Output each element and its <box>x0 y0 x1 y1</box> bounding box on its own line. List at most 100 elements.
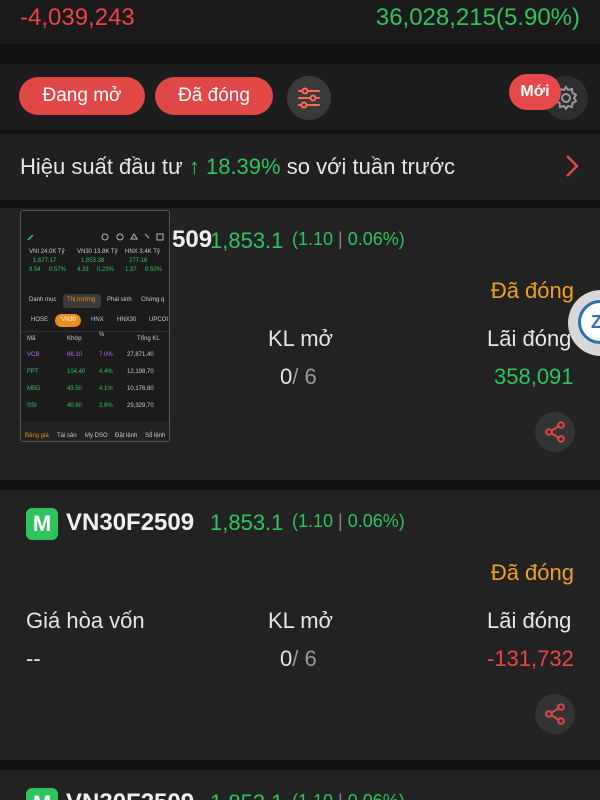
mini-chip[interactable]: VN30 <box>61 317 76 323</box>
screenshot-thumbnail[interactable]: VNI 24.0K Tỷ 1,677.17 9.54 0.57% VN30 13… <box>20 210 170 442</box>
market-badge: M <box>26 788 58 800</box>
row-price: 104.40 <box>67 369 86 375</box>
mini-tab[interactable]: Thị trường <box>67 297 95 303</box>
row-price: 43.50 <box>67 386 83 392</box>
ticker-symbol: VN30F2509 <box>66 789 194 800</box>
row-code: FPT <box>27 369 39 375</box>
performance-banner[interactable]: Hiệu suất đầu tư ↑ 18.39% so với tuần tr… <box>0 134 600 200</box>
positions-screen: -4,039,243 36,028,215(5.90%) Đang mở Đã … <box>0 0 600 800</box>
row-volume: 10,176,80 <box>127 386 154 392</box>
arrow-up-icon: ↑ <box>188 154 200 179</box>
row-percent: 7.0% <box>99 352 113 358</box>
share-icon <box>545 421 565 443</box>
divider <box>0 760 600 770</box>
index-change: 1.37 <box>125 267 137 273</box>
mini-nav-item[interactable]: Bảng giá <box>25 433 49 439</box>
open-volume-total: / 6 <box>292 364 317 389</box>
mini-nav-item[interactable]: Tài sản <box>57 433 77 439</box>
closed-pl-value: 358,091 <box>494 364 574 389</box>
row-price: 66.10 <box>67 352 83 358</box>
mini-nav-item[interactable]: Đặt lệnh <box>115 433 137 439</box>
index-card-vni: VNI 24.0K Tỷ 1,677.17 9.54 0.57% <box>27 249 71 281</box>
performance-prefix: Hiệu suất đầu tư <box>20 154 183 179</box>
change-separator: | <box>338 511 343 531</box>
share-icon <box>545 703 565 725</box>
ticker-symbol: VN30F2509 <box>66 509 195 536</box>
breakeven-label: Giá hòa vốn <box>26 608 145 633</box>
open-volume-label: KL mở <box>268 608 333 633</box>
change-value: (1.10 <box>292 511 334 531</box>
row-percent: 4.4% <box>99 369 113 375</box>
mini-chip[interactable]: HNX <box>91 317 104 323</box>
divider <box>0 200 600 208</box>
row-code: SSI <box>27 403 37 409</box>
open-volume-label: KL mở <box>268 326 333 351</box>
filter-closed-button[interactable]: Đã đóng <box>155 77 273 115</box>
filter-bar: Đang mở Đã đóng Mới <box>0 64 600 130</box>
index-value: 1,853.38 <box>81 258 105 264</box>
toolbar-icons <box>101 233 164 241</box>
index-name: VNI 24.0K Tỷ <box>29 249 65 255</box>
price-change: (1.10 | 0.06%) <box>292 791 405 800</box>
change-percent: 0.06%) <box>348 791 405 800</box>
closed-pl-label: Lãi đóng <box>487 326 572 351</box>
last-price: 1,853.1 <box>210 228 284 253</box>
mini-header: Mã <box>27 336 36 342</box>
open-volume-current: 0 <box>280 646 293 671</box>
index-value: 1,677.17 <box>33 258 57 264</box>
filter-settings-button[interactable] <box>287 76 331 120</box>
change-value: (1.10 <box>292 229 334 249</box>
performance-suffix: so với tuần trước <box>286 154 456 179</box>
mini-tab[interactable]: Phái sinh <box>107 297 132 303</box>
pl-summary-bar: -4,039,243 36,028,215(5.90%) <box>0 0 600 44</box>
mini-header: % <box>99 332 105 338</box>
mini-chip[interactable]: HOSE <box>31 317 48 323</box>
share-button[interactable] <box>535 694 575 734</box>
mini-nav-item[interactable]: Sổ lệnh <box>145 433 165 439</box>
filter-open-button[interactable]: Đang mở <box>19 77 145 115</box>
change-percent: 0.06%) <box>347 511 405 531</box>
row-percent: 3.6% <box>99 403 113 409</box>
mini-chip[interactable]: UPCOI <box>149 317 168 323</box>
index-name: VN30 13.8K Tỷ <box>77 249 118 255</box>
mini-header: Tổng KL <box>137 336 160 342</box>
row-code: VCB <box>27 352 40 358</box>
unrealized-pl: -4,039,243 <box>20 4 135 31</box>
index-value: 277.16 <box>129 258 148 264</box>
row-percent: 4.1% <box>99 386 113 392</box>
index-card-hnx: HNX 3.4K Tỷ 277.16 1.37 0.50% <box>123 249 167 281</box>
position-card[interactable]: M VN30F2509 1,853.1 (1.10 | 0.06%) Đã đó… <box>0 490 600 760</box>
mini-header: Khớp <box>67 336 82 342</box>
last-price: 1,853.1 <box>210 790 283 800</box>
index-change: 4.33 <box>77 267 89 273</box>
position-card[interactable]: M VN30F2509 1,853.1 (1.10 | 0.06%) <box>0 770 600 800</box>
divider <box>0 480 600 490</box>
status-label: Đã đóng <box>490 560 574 585</box>
realized-pl: 36,028,215(5.90%) <box>375 4 580 31</box>
new-badge[interactable]: Mới <box>509 74 561 110</box>
mini-chip[interactable]: HNX30 <box>117 317 136 323</box>
share-button[interactable] <box>535 412 575 452</box>
open-volume-value: 0/ 6 <box>280 364 317 390</box>
divider <box>21 331 169 332</box>
market-badge: M <box>26 508 58 540</box>
row-volume: 27,871,40 <box>127 352 154 358</box>
mini-bottom-nav: Bảng giá Tài sản My DSO Đặt lệnh Sổ lệnh <box>21 422 169 441</box>
performance-text: Hiệu suất đầu tư ↑ 18.39% so với tuần tr… <box>20 154 455 180</box>
performance-value: 18.39% <box>205 154 281 179</box>
status-label: Đã đóng <box>490 278 574 303</box>
mini-tab[interactable]: Chứng q <box>141 297 164 303</box>
index-name: HNX 3.4K Tỷ <box>125 249 160 255</box>
z-logo-icon: Z <box>578 300 600 344</box>
change-value: (1.10 <box>292 791 333 800</box>
mini-tab[interactable]: Danh mục <box>29 297 56 303</box>
index-percent: 0.50% <box>145 267 163 273</box>
change-separator: | <box>338 791 343 800</box>
index-change: 9.54 <box>29 267 41 273</box>
row-code: MBD <box>27 386 41 392</box>
divider <box>0 44 600 64</box>
index-card-vn30: VN30 13.8K Tỷ 1,853.38 4.33 0.23% <box>75 249 119 281</box>
change-percent: 0.06%) <box>347 229 405 249</box>
mini-nav-item[interactable]: My DSO <box>85 433 108 439</box>
change-separator: | <box>338 229 343 249</box>
